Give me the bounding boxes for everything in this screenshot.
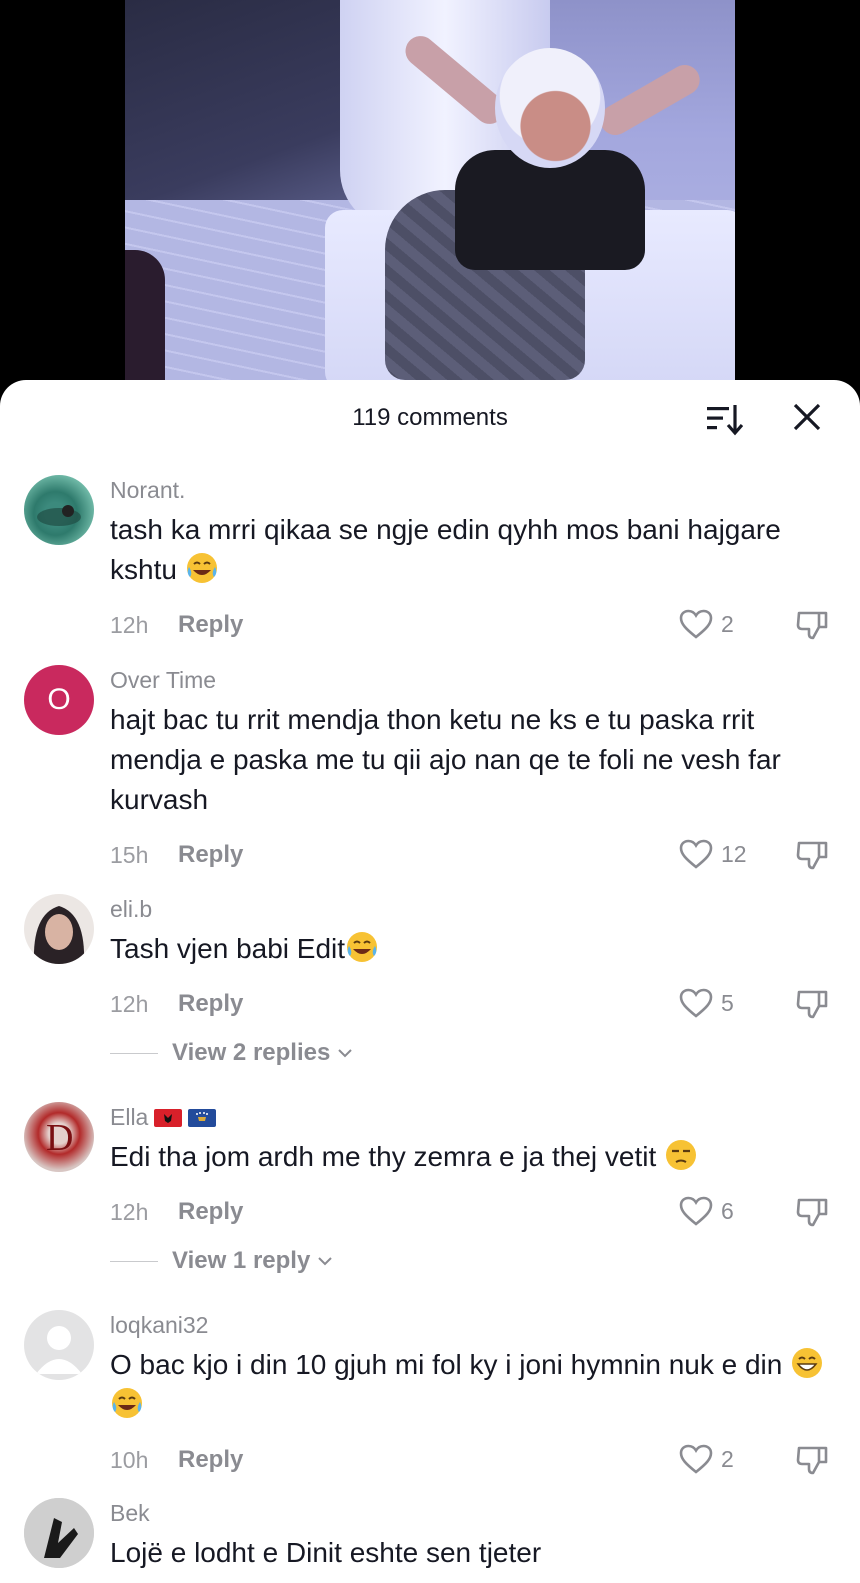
heart-outline-icon[interactable] [678,838,714,870]
video-frame [125,0,735,382]
thumbs-down-icon[interactable] [795,986,831,1020]
comments-sheet: 119 comments Norant. tash ka mrri qikaa … [0,380,860,1583]
face-with-tears-of-joy-emoji [186,553,217,583]
username-text: Ella [110,1104,149,1130]
avatar[interactable]: D [24,1102,94,1172]
reply-button[interactable]: Reply [178,1446,243,1474]
comments-header: 119 comments [0,380,860,460]
view-replies-label: View 1 reply [172,1247,311,1274]
video-person-head [495,48,605,168]
view-replies-button[interactable]: View 1 reply [110,1247,334,1275]
view-replies-label: View 2 replies [172,1039,331,1066]
unamused-face-emoji [666,1140,697,1170]
comment-username[interactable]: Norant. [110,477,185,504]
like-count: 2 [721,1446,734,1472]
comment-time: 12h [110,612,149,638]
comment-username[interactable]: Bek [110,1500,150,1527]
comment-text: Edi tha jom ardh me thy zemra e ja thej … [110,1137,840,1177]
video-foreground-shadow [125,250,165,382]
comment-text: hajt bac tu rrit mendja thon ketu ne ks … [110,704,781,815]
comment-text: O bac kjo i din 10 gjuh mi fol ky i joni… [110,1345,840,1425]
reply-button[interactable]: Reply [178,1198,243,1226]
like-count: 2 [721,611,734,637]
like-count: 6 [721,1198,734,1224]
avatar[interactable] [24,475,94,545]
video-player[interactable] [0,0,860,400]
comment-text: Tash vjen babi Edit [110,929,840,969]
video-person-arm [594,59,706,141]
face-with-tears-of-joy-emoji [347,932,378,962]
grinning-face-emoji [792,1348,823,1378]
avatar-letter: O [47,683,71,716]
chevron-down-icon [338,1049,353,1058]
avatar-image [24,1498,94,1568]
replies-divider [110,1260,158,1262]
albania-flag-icon [154,1109,183,1127]
sort-icon[interactable] [705,402,743,436]
comment-time: 12h [110,991,149,1017]
comment-username[interactable]: eli.b [110,896,152,923]
thumbs-down-icon[interactable] [795,1194,831,1228]
svg-text:D: D [46,1117,73,1159]
comment-username[interactable]: Over Time [110,667,216,694]
heart-outline-icon[interactable] [678,1195,714,1227]
reply-button[interactable]: Reply [178,611,243,639]
comment-text-content: O bac kjo i din 10 gjuh mi fol ky i joni… [110,1349,783,1380]
heart-outline-icon[interactable] [678,987,714,1019]
comment-text: tash ka mrri qikaa se ngje edin qyhh mos… [110,510,840,590]
avatar-image [33,906,85,964]
view-replies-button[interactable]: View 2 replies [110,1039,354,1067]
reply-button[interactable]: Reply [178,841,243,869]
thumbs-down-icon[interactable] [795,837,831,871]
thumbs-down-icon[interactable] [795,607,831,641]
replies-divider [110,1052,158,1054]
comment-username[interactable]: loqkani32 [110,1312,208,1339]
thumbs-down-icon[interactable] [795,1442,831,1476]
avatar-image: D [46,1117,73,1159]
default-avatar-icon [36,1326,82,1374]
comment-username[interactable]: Ella [110,1104,217,1131]
heart-outline-icon[interactable] [678,1443,714,1475]
comment-time: 10h [110,1447,149,1473]
comment-text-content: Tash vjen babi Edit [110,933,346,964]
video-person-body [455,150,645,270]
chevron-down-icon [318,1257,333,1266]
comment-time: 12h [110,1199,149,1225]
avatar-image [37,505,81,526]
avatar[interactable] [24,1498,94,1568]
face-with-tears-of-joy-emoji [112,1388,142,1418]
like-count: 12 [721,841,747,867]
avatar[interactable] [24,894,94,964]
comment-text-content: Edi tha jom ardh me thy zemra e ja thej … [110,1141,657,1172]
comment-text: Lojë e lodht e Dinit eshte sen tjeter [110,1537,542,1568]
heart-outline-icon[interactable] [678,608,714,640]
avatar[interactable]: O [24,665,94,735]
reply-button[interactable]: Reply [178,990,243,1018]
comment-time: 15h [110,842,149,868]
like-count: 5 [721,990,734,1016]
avatar[interactable] [24,1310,94,1380]
close-icon[interactable] [792,402,822,432]
kosovo-flag-icon [188,1109,217,1127]
